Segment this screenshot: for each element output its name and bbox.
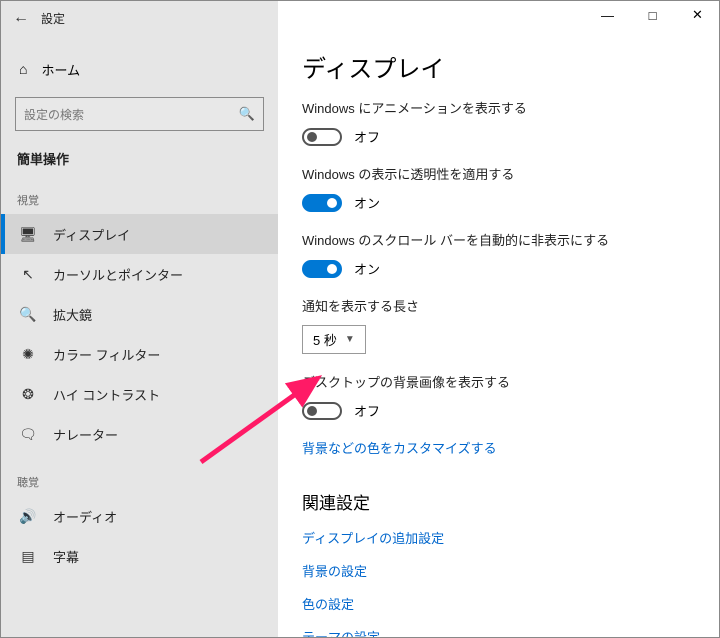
related-link-theme[interactable]: テーマの設定 <box>302 627 695 637</box>
sidebar-item-label: 字幕 <box>53 547 79 566</box>
minimize-button[interactable]: ― <box>585 0 630 30</box>
magnifier-icon: 🔍 <box>19 306 37 323</box>
sidebar-item-magnifier[interactable]: 🔍 拡大鏡 <box>1 294 278 334</box>
sidebar-item-label: ハイ コントラスト <box>53 385 160 404</box>
page-title: ディスプレイ <box>302 49 695 84</box>
captions-icon: ▤ <box>19 548 37 565</box>
category-header: 簡単操作 <box>1 143 278 172</box>
sidebar-item-label: ナレーター <box>53 425 118 444</box>
setting-label: Windows のスクロール バーを自動的に非表示にする <box>302 230 695 249</box>
related-settings-header: 関連設定 <box>302 489 695 514</box>
main-content: ディスプレイ Windows にアニメーションを表示する オフ Windows … <box>278 1 719 637</box>
sidebar-item-label: オーディオ <box>53 507 117 526</box>
setting-label: Windows の表示に透明性を適用する <box>302 164 695 183</box>
related-link-background[interactable]: 背景の設定 <box>302 561 695 580</box>
high-contrast-icon: ❂ <box>19 386 37 403</box>
toggle-state-label: オフ <box>354 401 380 420</box>
section-header-hearing: 聴覚 <box>1 454 278 496</box>
sidebar-item-label: カラー フィルター <box>53 345 160 364</box>
sidebar-item-display[interactable]: 🖥 ディスプレイ <box>1 214 278 254</box>
sidebar-item-narrator[interactable]: 🗨 ナレーター <box>1 414 278 454</box>
sidebar-item-high-contrast[interactable]: ❂ ハイ コントラスト <box>1 374 278 414</box>
toggle-animations[interactable] <box>302 128 342 146</box>
close-button[interactable]: ✕ <box>675 0 720 30</box>
section-header-visual: 視覚 <box>1 172 278 214</box>
toggle-scrollbars[interactable] <box>302 260 342 278</box>
setting-label: Windows にアニメーションを表示する <box>302 98 695 117</box>
chevron-down-icon: ▼ <box>345 334 355 345</box>
narrator-icon: 🗨 <box>19 426 37 443</box>
toggle-state-label: オン <box>354 193 380 212</box>
notification-duration-select[interactable]: 5 秒 ▼ <box>302 325 366 354</box>
search-input[interactable]: 設定の検索 🔍 <box>15 97 264 131</box>
sidebar-item-label: 拡大鏡 <box>53 305 92 324</box>
setting-label: 通知を表示する長さ <box>302 296 695 315</box>
sidebar-item-audio[interactable]: 🔊 オーディオ <box>1 496 278 536</box>
audio-icon: 🔊 <box>19 508 37 525</box>
search-placeholder: 設定の検索 <box>24 106 84 123</box>
toggle-state-label: オン <box>354 259 380 278</box>
display-icon: 🖥 <box>19 226 37 243</box>
back-button[interactable]: ← <box>1 9 41 27</box>
sidebar: ← 設定 ⌂ ホーム 設定の検索 🔍 簡単操作 視覚 🖥 ディスプレイ ↖ カー… <box>1 1 278 637</box>
sidebar-item-captions[interactable]: ▤ 字幕 <box>1 536 278 576</box>
search-icon: 🔍 <box>239 106 255 122</box>
home-label: ホーム <box>41 60 80 79</box>
color-filter-icon: ✺ <box>19 346 37 363</box>
sidebar-item-label: カーソルとポインター <box>53 265 183 284</box>
customize-colors-link[interactable]: 背景などの色をカスタマイズする <box>302 438 695 457</box>
home-icon: ⌂ <box>19 61 27 77</box>
toggle-desktop-background[interactable] <box>302 402 342 420</box>
sidebar-item-cursor[interactable]: ↖ カーソルとポインター <box>1 254 278 294</box>
related-link-color[interactable]: 色の設定 <box>302 594 695 613</box>
setting-label: デスクトップの背景画像を表示する <box>302 372 695 391</box>
select-value: 5 秒 <box>313 330 337 349</box>
maximize-button[interactable]: □ <box>630 0 675 30</box>
toggle-transparency[interactable] <box>302 194 342 212</box>
cursor-icon: ↖ <box>19 266 37 283</box>
related-link-display[interactable]: ディスプレイの追加設定 <box>302 528 695 547</box>
window-title: 設定 <box>41 10 65 27</box>
home-button[interactable]: ⌂ ホーム <box>1 49 278 89</box>
toggle-state-label: オフ <box>354 127 380 146</box>
sidebar-item-color-filters[interactable]: ✺ カラー フィルター <box>1 334 278 374</box>
sidebar-item-label: ディスプレイ <box>53 225 130 244</box>
